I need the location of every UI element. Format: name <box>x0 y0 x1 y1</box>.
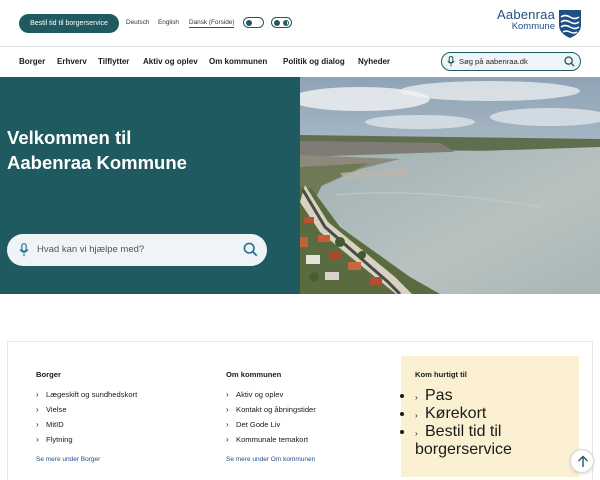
column-title: Kom hurtigt til <box>415 370 467 379</box>
link-label: Kontakt og åbningstider <box>236 405 316 414</box>
search-icon[interactable] <box>564 56 575 67</box>
contrast-half-circle <box>283 20 289 26</box>
language-german-link[interactable]: Deutsch <box>126 19 149 26</box>
hero-search-input[interactable]: Hvad kan vi hjælpe med? <box>37 244 144 255</box>
list-item-link[interactable]: › Pas <box>415 387 579 405</box>
main-navigation: Borger Erhverv Tilflytter Aktiv og oplev… <box>0 47 600 77</box>
link-label: Kørekort <box>425 405 487 422</box>
list-item-link[interactable]: › Kontakt og åbningstider <box>226 402 316 417</box>
link-label: MitID <box>46 420 64 429</box>
list-item-link[interactable]: › Aktiv og oplev <box>226 387 316 402</box>
nav-item-borger[interactable]: Borger <box>19 57 45 66</box>
hero-aerial-photo <box>300 77 600 294</box>
chevron-right-icon: › <box>36 405 39 414</box>
list-item-link[interactable]: › Lægeskift og sundhedskort <box>36 387 137 402</box>
microphone-icon[interactable] <box>447 56 455 67</box>
om-kommunen-links-column: Om kommunen › Aktiv og oplev › Kontakt og … <box>226 342 316 463</box>
logo[interactable]: Aabenraa Kommune <box>497 8 555 32</box>
column-title: Om kommunen <box>226 370 282 379</box>
borger-links-column: Borger › Lægeskift og sundhedskort › Viels… <box>36 342 137 463</box>
chevron-right-icon: › <box>226 435 229 444</box>
search-icon[interactable] <box>243 242 258 257</box>
link-label: Det Gode Liv <box>236 420 281 429</box>
hero-search-field[interactable]: Hvad kan vi hjælpe med? <box>7 234 267 266</box>
chevron-right-icon: › <box>36 390 39 399</box>
toggle-knob <box>246 20 252 26</box>
chevron-right-icon: › <box>226 390 229 399</box>
chevron-right-icon: › <box>226 420 229 429</box>
nav-item-nyheder[interactable]: Nyheder <box>358 57 390 66</box>
logo-name: Aabenraa <box>497 7 555 22</box>
link-label: Bestil tid til borgerservice <box>415 423 512 458</box>
list-item-link[interactable]: › Kommunale temakort <box>226 432 316 447</box>
book-appointment-button[interactable]: Bestil tid til borgerservice <box>19 14 119 33</box>
coat-of-arms-icon[interactable] <box>558 9 582 39</box>
link-label: Vielse <box>46 405 67 414</box>
chevron-right-icon: › <box>36 435 39 444</box>
microphone-icon[interactable] <box>19 243 29 257</box>
quick-links-section: Borger › Lægeskift og sundhedskort › Viels… <box>7 341 593 480</box>
language-danish-link[interactable]: Dansk (Forside) <box>189 19 235 28</box>
toggle-icon[interactable] <box>243 17 264 28</box>
list-item-link[interactable]: › Kørekort <box>415 405 579 423</box>
page-title-line-2: Aabenraa Kommune <box>7 152 187 173</box>
nav-item-erhverv[interactable]: Erhverv <box>57 57 87 66</box>
hero-panel: Velkommen til Aabenraa Kommune Hvad kan … <box>0 77 300 294</box>
see-more-borger-link[interactable]: Se mere under Borger <box>36 456 137 463</box>
nav-item-tilflytter[interactable]: Tilflytter <box>98 57 129 66</box>
chevron-right-icon: › <box>415 411 418 420</box>
link-label: Pas <box>425 387 453 404</box>
chevron-right-icon: › <box>226 405 229 414</box>
nav-item-politik-og-dialog[interactable]: Politik og dialog <box>283 57 345 66</box>
toggle-knob <box>274 20 280 26</box>
page-title-line-1: Velkommen til <box>7 127 132 148</box>
list-item-link[interactable]: ›Bestil tid til borgerservice <box>415 423 579 459</box>
list-item-link[interactable]: › Vielse <box>36 402 137 417</box>
chevron-right-icon: › <box>415 429 418 438</box>
chevron-right-icon: › <box>36 420 39 429</box>
column-title: Borger <box>36 370 61 379</box>
link-label: Lægeskift og sundhedskort <box>46 390 138 399</box>
list-item-link[interactable]: › Flytning <box>36 432 137 447</box>
utility-bar: Bestil tid til borgerservice Deutsch Eng… <box>0 0 600 46</box>
logo-subtitle: Kommune <box>511 21 555 32</box>
scroll-to-top-button[interactable] <box>570 449 594 473</box>
site-search-input[interactable]: Søg på aabenraa.dk <box>459 57 528 66</box>
chevron-right-icon: › <box>415 393 418 402</box>
list-item-link[interactable]: › MitID <box>36 417 137 432</box>
page-title: Velkommen til Aabenraa Kommune <box>7 125 187 175</box>
contrast-icon[interactable] <box>271 17 292 28</box>
link-label: Flytning <box>46 435 73 444</box>
arrow-up-icon <box>578 455 588 467</box>
nav-item-om-kommunen[interactable]: Om kommunen <box>209 57 267 66</box>
site-search-field[interactable]: Søg på aabenraa.dk <box>441 52 581 71</box>
language-english-link[interactable]: English <box>158 19 179 26</box>
link-label: Aktiv og oplev <box>236 390 284 399</box>
quick-access-box: Kom hurtigt til ›Pas ›Kørekort ›Bestil t… <box>401 356 579 477</box>
nav-item-aktiv-og-oplev[interactable]: Aktiv og oplev <box>143 57 198 66</box>
link-label: Kommunale temakort <box>236 435 309 444</box>
list-item-link[interactable]: › Det Gode Liv <box>226 417 316 432</box>
hero-section: Velkommen til Aabenraa Kommune Hvad kan … <box>0 77 600 294</box>
see-more-om-kommunen-link[interactable]: Se mere under Om kommunen <box>226 456 316 463</box>
